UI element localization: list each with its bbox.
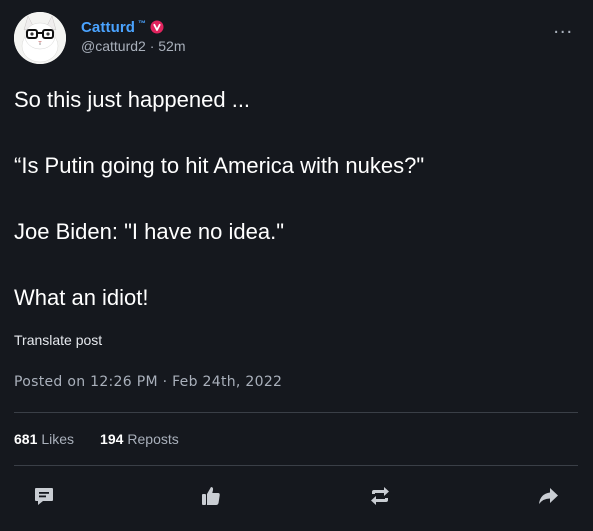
handle-row: @catturd2 · 52m xyxy=(81,38,186,54)
verified-badge-icon xyxy=(150,20,164,34)
avatar[interactable] xyxy=(14,12,66,64)
likes-label: Likes xyxy=(41,431,75,447)
post-paragraph: “Is Putin going to hit America with nuke… xyxy=(14,153,425,178)
share-icon[interactable] xyxy=(536,484,560,508)
time-ago[interactable]: 52m xyxy=(158,38,185,54)
trademark-mark: ™ xyxy=(138,18,147,28)
posted-timestamp: Posted on 12:26 PM · Feb 24th, 2022 xyxy=(14,374,283,390)
translate-post-link[interactable]: Translate post xyxy=(14,332,102,348)
author-info: Catturd ™ @catturd2 · 52m xyxy=(81,17,186,55)
reposts-stat[interactable]: 194 Reposts xyxy=(100,431,179,447)
post-stats: 681 Likes 194 Reposts xyxy=(14,431,179,447)
reposts-count: 194 xyxy=(100,431,124,447)
user-handle[interactable]: @catturd2 xyxy=(81,38,146,54)
post-paragraph: Joe Biden: "I have no idea." xyxy=(14,219,285,244)
post-body: So this just happened ... “Is Putin goin… xyxy=(14,86,574,350)
display-name-row: Catturd ™ xyxy=(81,17,186,37)
repost-icon[interactable] xyxy=(368,484,392,508)
post-paragraph: What an idiot! xyxy=(14,285,149,310)
display-name[interactable]: Catturd xyxy=(81,19,135,36)
comment-icon[interactable] xyxy=(32,484,56,508)
divider xyxy=(14,465,578,466)
like-icon[interactable] xyxy=(199,484,223,508)
meta-separator: · xyxy=(149,38,155,54)
cat-avatar-image xyxy=(14,12,66,64)
divider xyxy=(14,412,578,413)
post-paragraph: So this just happened ... xyxy=(14,87,251,112)
likes-count: 681 xyxy=(14,431,38,447)
action-bar xyxy=(0,484,593,508)
more-options-icon[interactable]: ... xyxy=(553,17,573,37)
post-header: Catturd ™ @catturd2 · 52m ... xyxy=(14,12,579,64)
likes-stat[interactable]: 681 Likes xyxy=(14,431,74,447)
reposts-label: Reposts xyxy=(127,431,179,447)
post-card: Catturd ™ @catturd2 · 52m ... So this ju… xyxy=(0,0,593,531)
